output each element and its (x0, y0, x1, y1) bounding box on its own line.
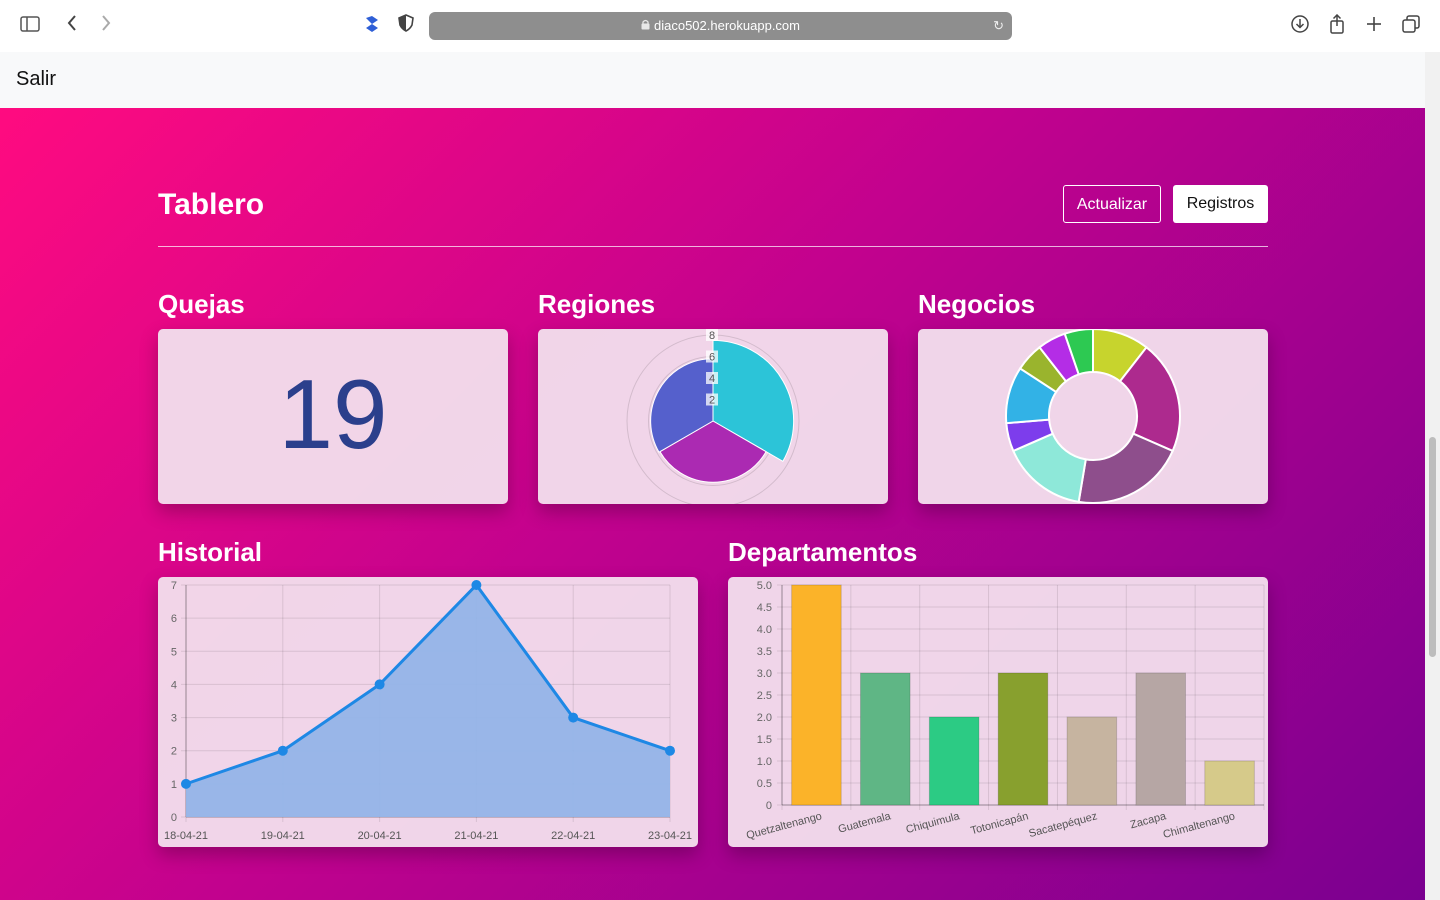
logout-link[interactable]: Salir (16, 68, 56, 91)
download-icon[interactable] (1288, 14, 1312, 38)
y-tick-label: 0.5 (757, 778, 772, 790)
y-tick-label: 3 (171, 713, 177, 725)
bar (1066, 716, 1118, 806)
data-point (277, 745, 288, 756)
data-point (568, 712, 579, 723)
extension-icon[interactable] (360, 14, 384, 38)
quejas-title: Quejas (158, 289, 245, 319)
y-tick-label: 2.5 (757, 690, 772, 702)
share-icon[interactable] (1325, 13, 1349, 38)
tabs-icon[interactable] (1399, 14, 1423, 38)
x-tick-label: Chimaltenango (1162, 810, 1237, 841)
regiones-title: Regiones (538, 289, 656, 319)
regiones-polar-chart: 2 4 6 8 (626, 329, 800, 504)
departamentos-card: 0 0.5 1.0 1.5 2.0 2.5 3.0 3.5 4.0 4.5 5.0 Quetzalte… (728, 577, 1268, 847)
x-tick-label: 18-04-21 (164, 830, 208, 842)
y-tick-label: 0 (766, 800, 772, 812)
bar (1135, 672, 1187, 806)
update-button[interactable]: Actualizar (1063, 185, 1161, 223)
y-tick-label: 5.0 (757, 580, 772, 592)
polar-tick-label: 2 (709, 395, 715, 407)
x-tick-label: Sacatepéquez (1028, 810, 1099, 840)
polar-tick-label: 8 (709, 330, 715, 342)
y-tick-label: 1.5 (757, 734, 772, 746)
scrollbar-thumb[interactable] (1429, 437, 1436, 657)
bar (1204, 760, 1255, 806)
x-tick-label: 23-04-21 (648, 830, 692, 842)
y-tick-label: 4 (171, 679, 177, 691)
negocios-doughnut-chart (1005, 329, 1181, 504)
bar (928, 716, 980, 806)
y-tick-label: 3.0 (757, 668, 772, 680)
page-title: Tablero (158, 188, 265, 221)
records-button[interactable]: Registros (1173, 185, 1268, 223)
historial-title: Historial (158, 537, 263, 567)
area-fill (186, 585, 670, 817)
lock-icon (641, 13, 650, 41)
quejas-count: 19 (278, 359, 388, 469)
new-tab-icon[interactable] (1362, 14, 1386, 38)
x-tick-label: Quetzaltenango (745, 810, 823, 842)
x-tick-label: Zacapa (1129, 810, 1168, 831)
bar (859, 672, 911, 806)
y-tick-label: 6 (171, 613, 177, 625)
y-tick-label: 4.0 (757, 624, 772, 636)
y-tick-label: 1.0 (757, 756, 772, 768)
negocios-title: Negocios (918, 289, 1036, 319)
reload-icon[interactable]: ↻ (993, 12, 1004, 40)
y-tick-label: 3.5 (757, 646, 772, 658)
header-divider (158, 246, 1268, 247)
data-point (665, 745, 675, 756)
back-icon[interactable] (60, 14, 84, 38)
polar-tick-label: 4 (709, 373, 715, 385)
quejas-card: 19 (158, 329, 508, 504)
y-tick-label: 2 (171, 746, 177, 758)
y-tick-label: 4.5 (757, 602, 772, 614)
historial-line-chart: 0 1 2 3 4 5 6 7 18-04-21 19-04-21 20-04-21 21-04-21… (164, 580, 692, 842)
historial-card: 0 1 2 3 4 5 6 7 18-04-21 19-04-21 20-04-21 21-04-21… (158, 577, 698, 847)
x-tick-label: 22-04-21 (551, 830, 595, 842)
x-tick-label: Chiquimula (905, 810, 962, 836)
bar (791, 584, 842, 806)
bar (997, 672, 1049, 806)
browser-toolbar: diaco502.herokuapp.com ↻ (0, 0, 1440, 52)
y-tick-label: 7 (171, 580, 177, 592)
y-tick-label: 5 (171, 646, 177, 658)
y-tick-label: 0 (171, 812, 177, 824)
app-navbar: Salir (0, 52, 1425, 108)
data-point (181, 778, 191, 789)
forward-icon[interactable] (94, 14, 118, 38)
sidebar-icon[interactable] (18, 14, 42, 38)
shield-icon[interactable] (394, 14, 418, 38)
negocios-card (918, 329, 1268, 504)
departamentos-title: Departamentos (728, 537, 918, 567)
y-tick-label: 2.0 (757, 712, 772, 724)
x-tick-label: 19-04-21 (261, 830, 305, 842)
polar-tick-label: 6 (709, 352, 715, 364)
departamentos-bar-chart: 0 0.5 1.0 1.5 2.0 2.5 3.0 3.5 4.0 4.5 5.0 Quetzalte… (745, 580, 1265, 842)
address-bar[interactable]: diaco502.herokuapp.com ↻ (429, 12, 1012, 40)
doughnut-slice (1077, 432, 1174, 504)
regiones-card: 2 4 6 8 (538, 329, 888, 504)
x-tick-label: Guatemala (837, 810, 893, 836)
data-point (374, 679, 385, 690)
url-text: diaco502.herokuapp.com (654, 18, 800, 33)
x-tick-label: 21-04-21 (454, 830, 498, 842)
x-tick-label: 20-04-21 (358, 830, 402, 842)
data-point (471, 580, 482, 590)
x-tick-label: Totonicapán (969, 810, 1029, 837)
y-tick-label: 1 (171, 779, 177, 791)
